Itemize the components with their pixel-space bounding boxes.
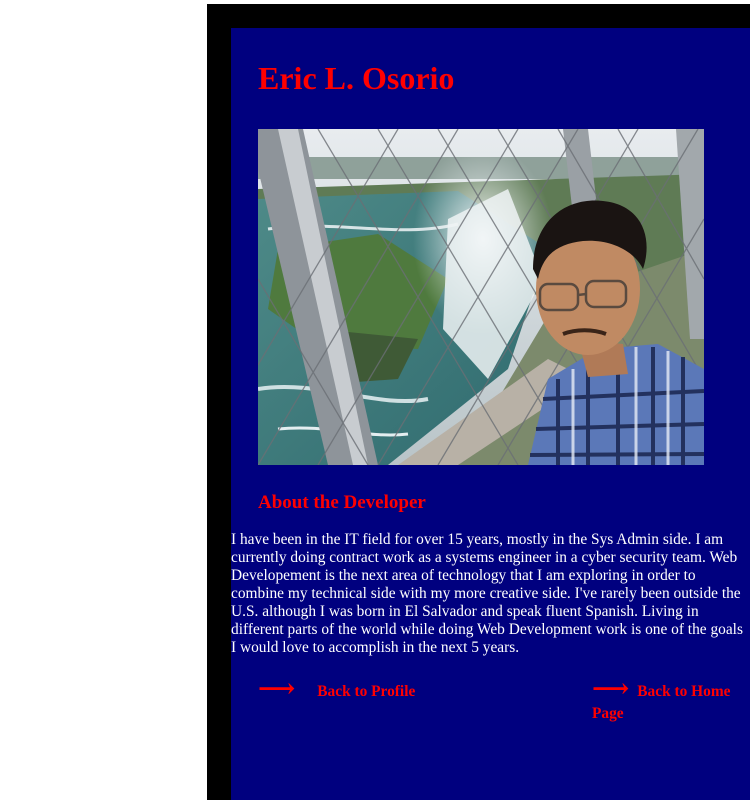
- arrow-right-icon: ⟶: [258, 674, 296, 703]
- profile-photo: [258, 129, 704, 465]
- page-title: Eric L. Osorio: [258, 60, 455, 96]
- back-to-profile-link[interactable]: ⟶ Back to Profile: [258, 676, 416, 702]
- back-to-home-link[interactable]: ⟶ Back to Home Page: [592, 676, 747, 725]
- back-to-profile-label: Back to Profile: [317, 683, 416, 700]
- arrow-right-icon: ⟶: [592, 674, 630, 703]
- about-heading: About the Developer: [258, 492, 426, 513]
- about-text: I have been in the IT field for over 15 …: [231, 531, 743, 656]
